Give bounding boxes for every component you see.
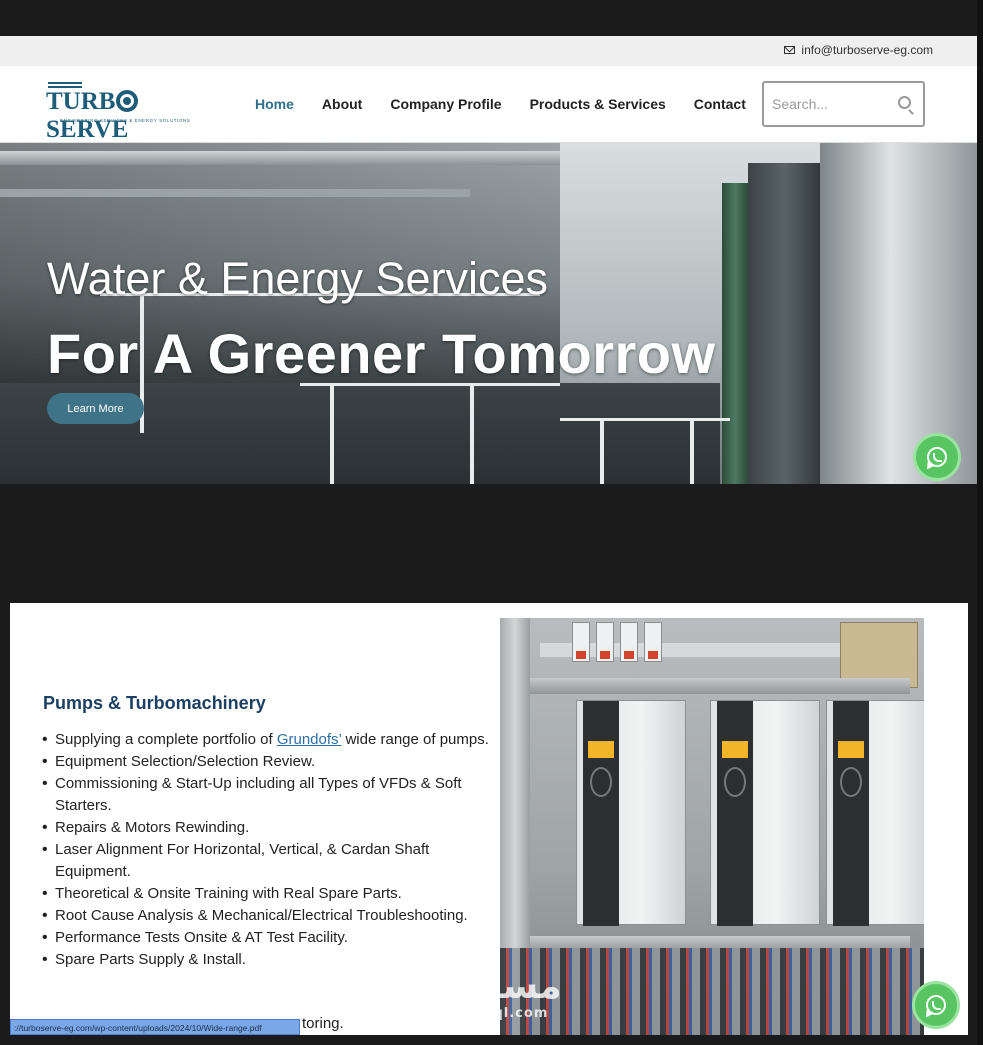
site-header: TURBSERVE ENGINEERING SERVICES & ENERGY …	[0, 66, 977, 143]
top-info-bar: info@turboserve-eg.com	[0, 36, 977, 66]
logo-tagline: ENGINEERING SERVICES & ENERGY SOLUTIONS	[60, 118, 191, 123]
browser-status-url: ://turboserve-eg.com/wp-content/uploads/…	[10, 1019, 300, 1035]
search-box	[762, 81, 925, 127]
cabinet-shelf	[530, 678, 910, 694]
breaker	[596, 622, 614, 662]
list-item: Laser Alignment For Horizontal, Vertical…	[42, 839, 493, 883]
vfd-drive	[710, 700, 820, 926]
wiring	[500, 948, 924, 1035]
nav-contact[interactable]: Contact	[694, 96, 746, 112]
hero-railing-post	[690, 418, 694, 484]
list-item: Root Cause Analysis & Mechanical/Electri…	[42, 905, 493, 927]
hero-pipe	[820, 143, 977, 484]
vfd-drive	[826, 700, 924, 926]
hero-pipe	[0, 151, 560, 165]
breaker	[620, 622, 638, 662]
section-title: Pumps & Turbomachinery	[43, 693, 266, 713]
hero-pipe	[748, 163, 822, 484]
hero-railing-post	[600, 418, 604, 484]
logo-gear-icon	[116, 90, 139, 112]
whatsapp-icon[interactable]	[913, 433, 961, 481]
list-item: Performance Tests Onsite & AT Test Facil…	[42, 927, 493, 949]
top-dark-strip	[0, 0, 983, 36]
breaker	[572, 622, 590, 662]
services-list: Supplying a complete portfolio of Grundo…	[42, 729, 493, 971]
hero-railing	[560, 418, 730, 421]
hero-title: Water & Energy Services	[47, 253, 548, 304]
list-item: Supplying a complete portfolio of Grundo…	[42, 729, 493, 751]
learn-more-button[interactable]: Learn More	[47, 393, 144, 424]
hero-railing-post	[330, 383, 334, 484]
breaker	[644, 622, 662, 662]
vfd-drive	[576, 700, 686, 926]
search-input[interactable]	[772, 93, 892, 115]
nav-company-profile[interactable]: Company Profile	[390, 96, 501, 112]
nav-home[interactable]: Home	[255, 96, 294, 112]
whatsapp-icon[interactable]	[912, 981, 960, 1029]
hero-pipe	[722, 183, 748, 484]
nav-products-services[interactable]: Products & Services	[530, 96, 666, 112]
list-item: Theoretical & Onsite Training with Real …	[42, 883, 493, 905]
list-item: Equipment Selection/Selection Review.	[42, 751, 493, 773]
email-link[interactable]: info@turboserve-eg.com	[784, 43, 933, 57]
mostaql-watermark: مستقل mostaql.com	[430, 966, 562, 1022]
list-item: Spare Parts Supply & Install.	[42, 949, 493, 971]
search-icon[interactable]	[898, 96, 911, 109]
hero-banner: Water & Energy Services For A Greener To…	[0, 143, 977, 484]
window-edge	[977, 0, 983, 1045]
list-item: Commissioning & Start-Up including all T…	[42, 773, 493, 817]
nav-about[interactable]: About	[322, 96, 362, 112]
hero-pipe	[0, 189, 470, 197]
hero-subtitle: For A Greener Tomorrow	[47, 322, 716, 385]
email-text: info@turboserve-eg.com	[801, 43, 933, 57]
list-item-partial: toring.	[302, 1015, 344, 1032]
turboserve-logo[interactable]: TURBSERVE ENGINEERING SERVICES & ENERGY …	[46, 82, 206, 143]
logo-wordmark: TURBSERVE	[46, 88, 206, 144]
mail-icon	[784, 46, 796, 54]
grundfos-link[interactable]: Grundofs’	[277, 731, 341, 748]
main-nav: Home About Company Profile Products & Se…	[255, 96, 774, 112]
vfd-panel-photo	[500, 618, 924, 1035]
hero-railing-post	[470, 383, 474, 484]
list-item: Repairs & Motors Rewinding.	[42, 817, 493, 839]
